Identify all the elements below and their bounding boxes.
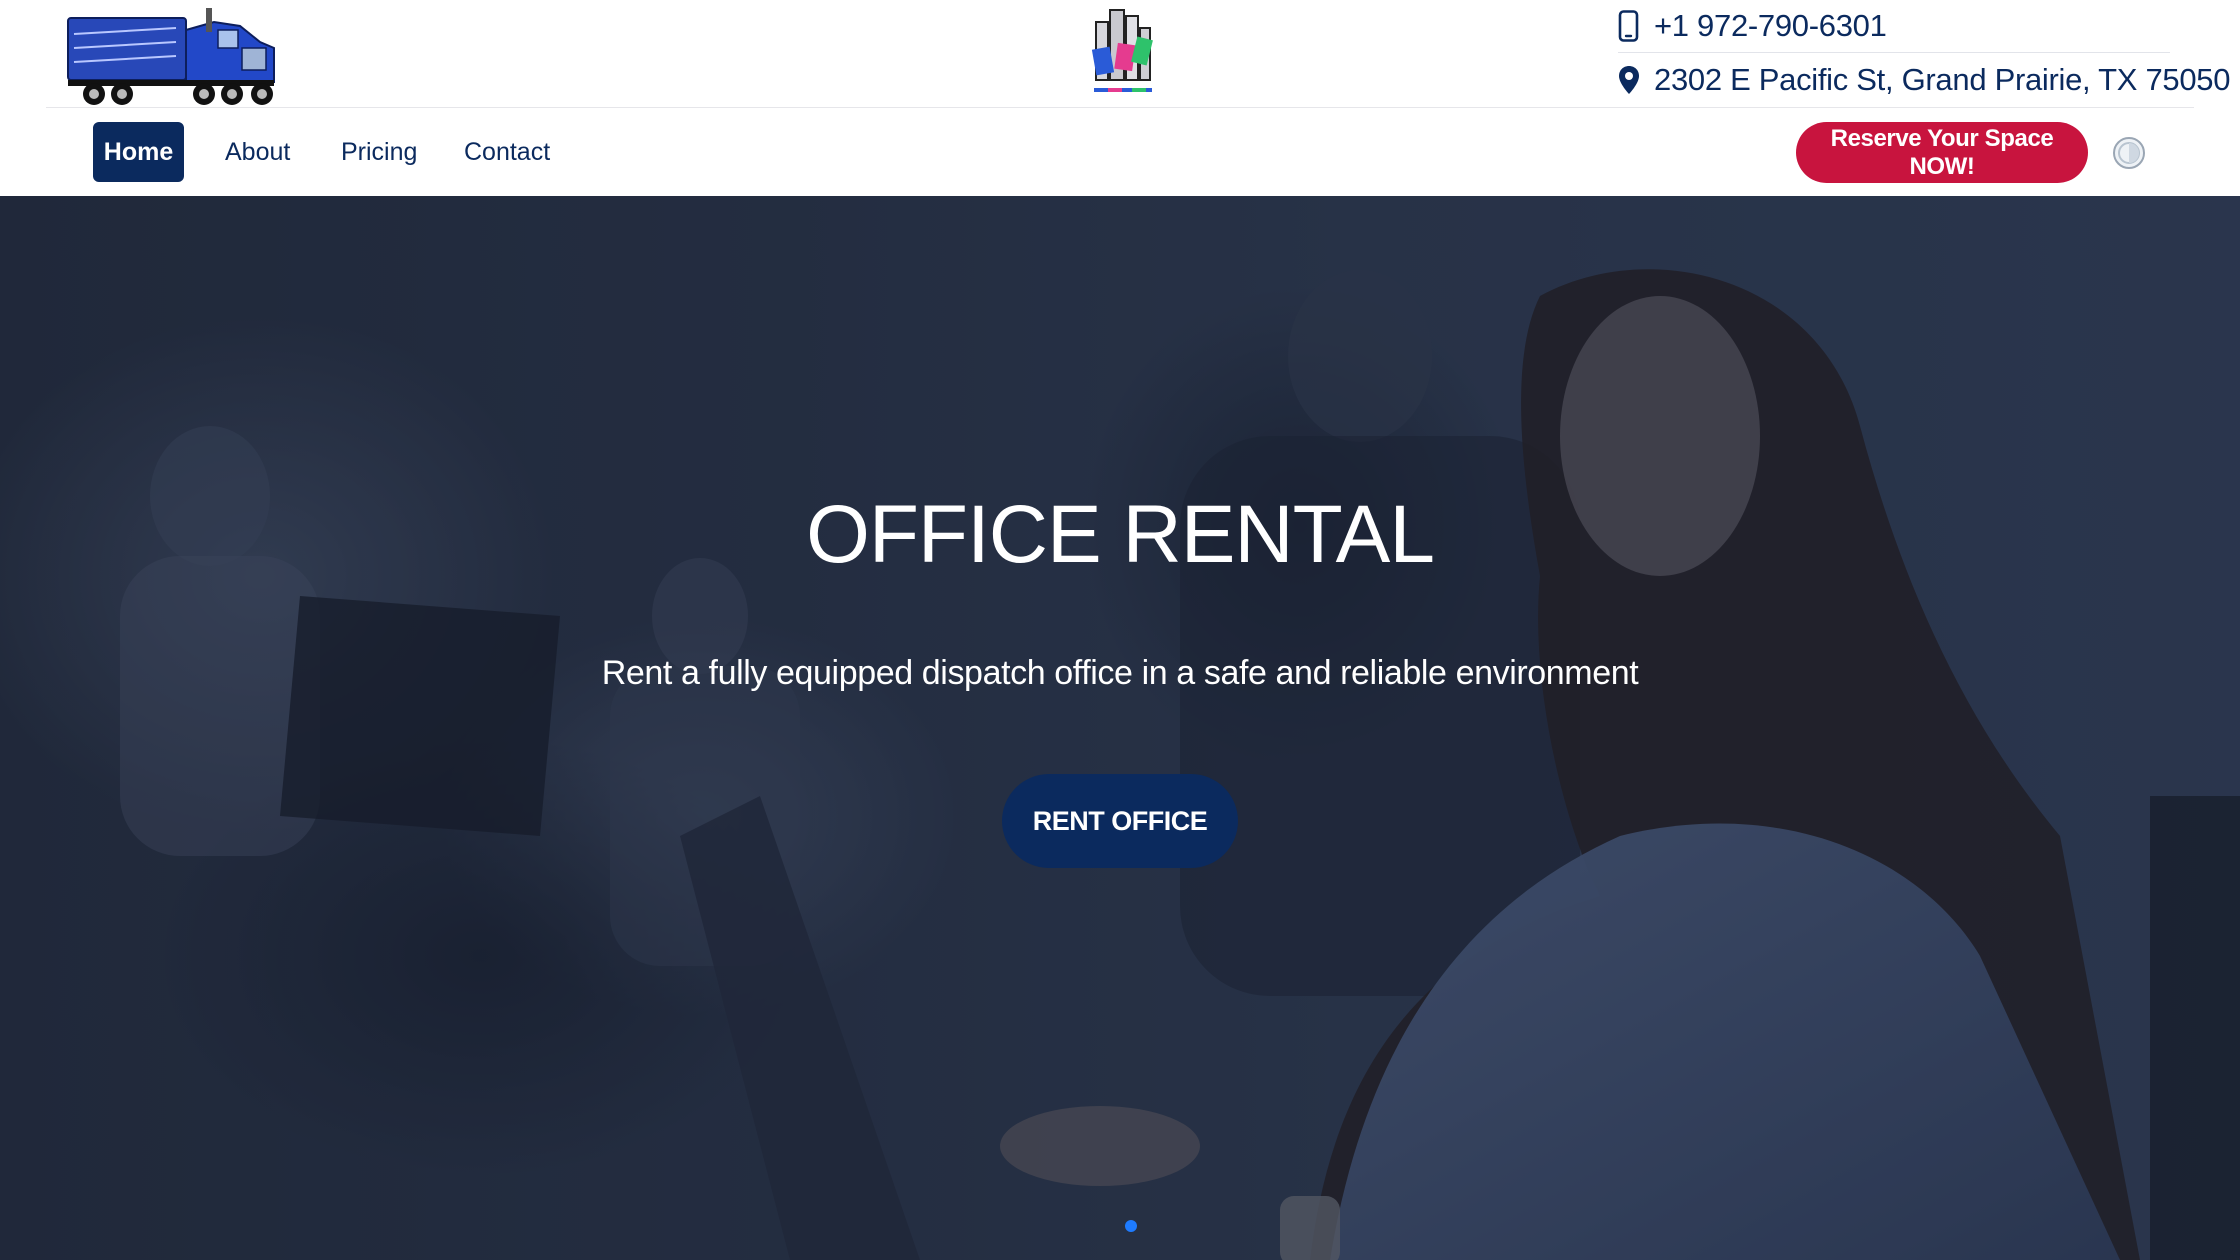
header-address[interactable]: 2302 E Pacific St, Grand Prairie, TX 750…	[1618, 58, 2230, 102]
map-pin-icon	[1618, 60, 1654, 100]
theme-toggle-icon[interactable]	[2112, 136, 2146, 170]
nav-item-contact[interactable]: Contact	[464, 122, 550, 182]
truck-logo[interactable]	[64, 0, 284, 108]
header-phone[interactable]: +1 972-790-6301	[1618, 4, 1887, 48]
prime-central-realty-logo[interactable]	[1072, 4, 1172, 104]
address-text: 2302 E Pacific St, Grand Prairie, TX 750…	[1654, 62, 2231, 97]
reserve-space-button[interactable]: Reserve Your Space NOW!	[1796, 122, 2088, 183]
nav-item-pricing[interactable]: Pricing	[341, 122, 417, 182]
hero-overlay	[0, 196, 2240, 1260]
hero-title: OFFICE RENTAL	[806, 489, 1435, 580]
nav-item-home[interactable]: Home	[93, 122, 184, 182]
rent-office-button[interactable]: RENT OFFICE	[1002, 774, 1238, 868]
phone-number: +1 972-790-6301	[1654, 8, 1887, 43]
contact-divider	[1618, 52, 2170, 53]
hero-slider: OFFICE RENTAL Rent a fully equipped disp…	[0, 196, 2240, 1260]
main-nav: Home About Pricing Contact Reserve Your …	[0, 108, 2240, 196]
hero-subtitle: Rent a fully equipped dispatch office in…	[601, 654, 1639, 692]
top-header: +1 972-790-6301 2302 E Pacific St, Grand…	[0, 0, 2240, 109]
mobile-phone-icon	[1618, 6, 1654, 46]
slider-dot[interactable]	[1125, 1220, 1137, 1232]
nav-item-about[interactable]: About	[225, 122, 290, 182]
